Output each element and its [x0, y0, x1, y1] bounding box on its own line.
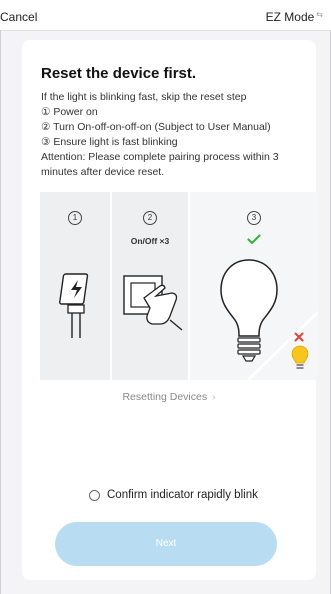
reset-card: Reset the device first. If the light is … [22, 40, 318, 580]
chevron-right-icon: › [209, 391, 216, 403]
step-number-1: 1 [68, 211, 82, 225]
next-button[interactable]: Next [55, 522, 277, 566]
plug-icon [59, 273, 89, 338]
resetting-devices-link[interactable]: Resetting Devices › [22, 391, 316, 403]
step-2-panel: 2 On/Off ×3 [112, 192, 188, 380]
resetting-devices-label: Resetting Devices [122, 391, 208, 403]
bulb-off-icon [220, 259, 278, 362]
attention-note: Attention: Please complete pairing proce… [41, 151, 279, 178]
step-1-panel: 1 [40, 192, 110, 380]
top-bar: Cancel EZ Mode ⇆ [0, 0, 331, 31]
instruction-step-2: ② Turn On-off-on-off-on (Subject to User… [41, 121, 271, 133]
ez-mode-label: EZ Mode [265, 10, 315, 24]
switch-icon: ⇆ [316, 10, 323, 19]
instruction-step-3: ③ Ensure light is fast blinking [41, 136, 178, 148]
switch-caption: On/Off ×3 [130, 236, 170, 246]
left-edge [0, 30, 1, 594]
ez-mode-button[interactable]: EZ Mode ⇆ [266, 10, 323, 24]
page-title: Reset the device first. [41, 65, 197, 82]
instructions: If the light is blinking fast, skip the … [41, 90, 311, 180]
step-3-panel: 3 [190, 192, 318, 380]
confirm-radio[interactable] [89, 489, 100, 501]
confirm-blink-label: Confirm indicator rapidly blink [107, 489, 258, 501]
bulb-on-icon [291, 345, 309, 369]
switch-press-icon [123, 275, 183, 331]
cancel-button[interactable]: Cancel [0, 10, 37, 24]
instruction-step-1: ① Power on [41, 106, 98, 118]
reset-illustration: 1 2 On/Off ×3 3 [40, 192, 318, 380]
instruction-intro: If the light is blinking fast, skip the … [41, 91, 247, 103]
step-number-2: 2 [143, 211, 157, 225]
confirm-blink-toggle[interactable]: Confirm indicator rapidly blink [89, 489, 258, 501]
cross-icon [294, 332, 304, 342]
